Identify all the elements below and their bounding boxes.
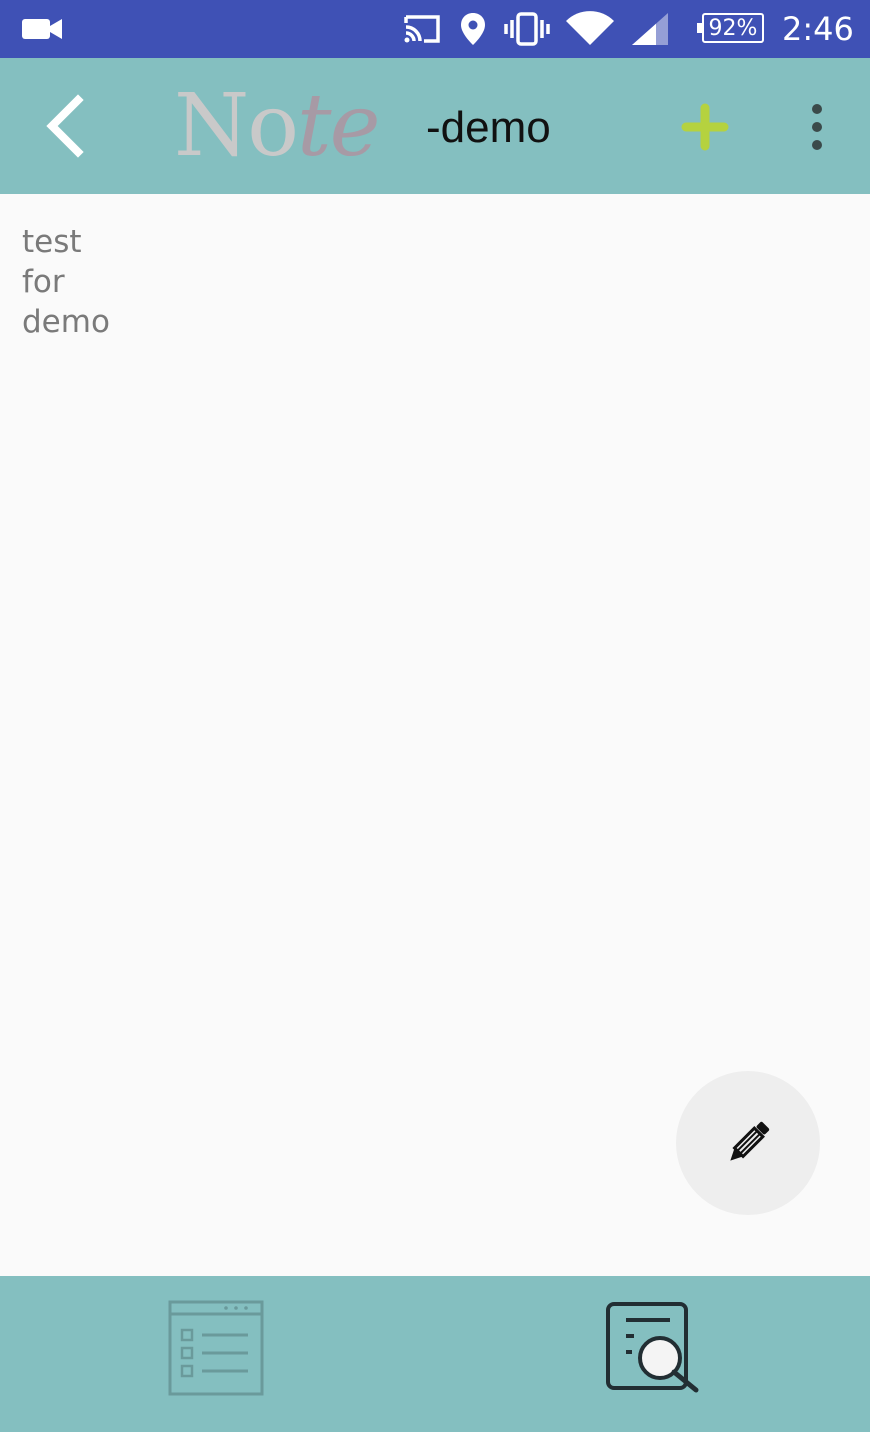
status-time: 2:46: [782, 10, 854, 48]
bottom-nav: [0, 1276, 870, 1432]
video-camera-icon: [22, 0, 62, 58]
note-content: test for demo: [22, 222, 842, 342]
note-line: test: [22, 224, 82, 260]
battery-percent: 92%: [708, 15, 758, 41]
add-button[interactable]: [680, 102, 730, 152]
location-icon: [460, 0, 486, 58]
page-title: -demo: [426, 103, 551, 152]
more-vert-icon: [812, 104, 822, 150]
app-logo: No te: [174, 76, 381, 176]
chevron-left-icon: [46, 94, 84, 158]
nav-search-button[interactable]: [604, 1300, 700, 1396]
edit-fab-button[interactable]: [676, 1071, 820, 1215]
signal-icon: [630, 0, 670, 58]
logo-text-b: te: [297, 76, 380, 176]
search-document-icon: [606, 1302, 699, 1393]
plus-icon: [681, 103, 729, 151]
status-bar: 92% 2:46: [0, 0, 870, 58]
app-bar: No te -demo: [0, 58, 870, 194]
note-line: demo: [22, 304, 110, 340]
wifi-icon: [566, 0, 614, 58]
cast-icon: [402, 0, 442, 58]
nav-list-view-button[interactable]: [168, 1300, 264, 1396]
logo-text-a: No: [174, 76, 299, 176]
list-view-icon: [168, 1300, 264, 1396]
battery-icon: 92%: [697, 13, 764, 43]
pencil-icon: [730, 1121, 770, 1161]
note-line: for: [22, 264, 65, 300]
vibrate-icon: [504, 0, 550, 58]
back-button[interactable]: [38, 92, 94, 160]
overflow-menu-button[interactable]: [800, 102, 834, 152]
